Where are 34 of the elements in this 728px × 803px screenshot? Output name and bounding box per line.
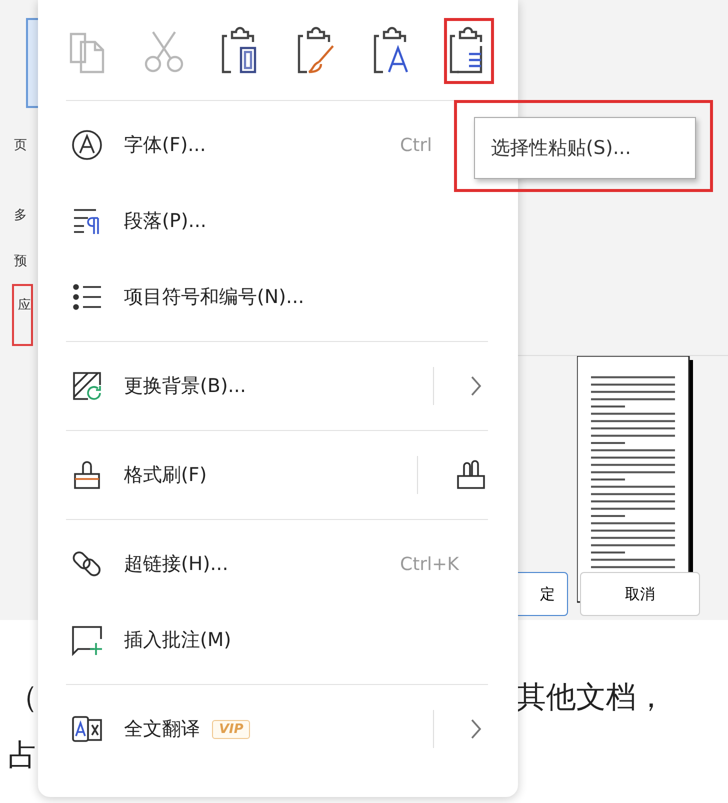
document-text: （ (7, 678, 39, 716)
menu-item[interactable]: 格式刷(F) (66, 437, 488, 513)
chevron-right-icon (470, 718, 482, 740)
menu-item[interactable]: 段落(P)... (66, 183, 488, 259)
comment-icon (70, 623, 104, 657)
menu-item-label: 插入批注(M) (124, 628, 232, 653)
shortcut-text: Ctrl+K (400, 554, 459, 574)
menu-item[interactable]: 超链接(H)... Ctrl+K (66, 526, 488, 602)
dialog-label: 预 (14, 253, 27, 270)
document-text: 占 (7, 736, 39, 774)
brush-icon[interactable] (454, 458, 488, 492)
letter-circle-icon (70, 128, 104, 162)
menu-item[interactable]: 更换背景(B)... (66, 348, 488, 424)
menu-item-label: 格式刷(F) (124, 463, 207, 488)
chevron-right-icon (470, 375, 482, 397)
menu-item-label: 段落(P)... (124, 209, 206, 234)
dialog-label: 应 (12, 284, 33, 346)
menu-item-label: 超链接(H)... (124, 552, 228, 577)
menu-item[interactable]: 插入批注(M) (66, 602, 488, 678)
document-text: 其他文档， (516, 678, 666, 716)
dialog-label: 多 (14, 207, 27, 224)
menu-item-label: 全文翻译 (124, 717, 200, 742)
menu-item-label: 项目符号和编号(N)... (124, 285, 304, 310)
toolbar-button[interactable] (444, 18, 494, 84)
menu-item-label: 字体(F)... (124, 133, 206, 158)
shortcut-text: Ctrl (400, 134, 432, 156)
background-icon (70, 369, 104, 403)
menu-item[interactable]: 全文翻译 VIP (66, 691, 488, 767)
tooltip: 选择性粘贴(S)... (474, 117, 696, 179)
menu-item-label: 更换背景(B)... (124, 374, 246, 399)
dialog-button[interactable]: 取消 (580, 572, 700, 616)
dialog-label: 页 (14, 137, 27, 154)
vip-badge: VIP (212, 720, 250, 738)
menu-item[interactable]: 项目符号和编号(N)... (66, 259, 488, 335)
